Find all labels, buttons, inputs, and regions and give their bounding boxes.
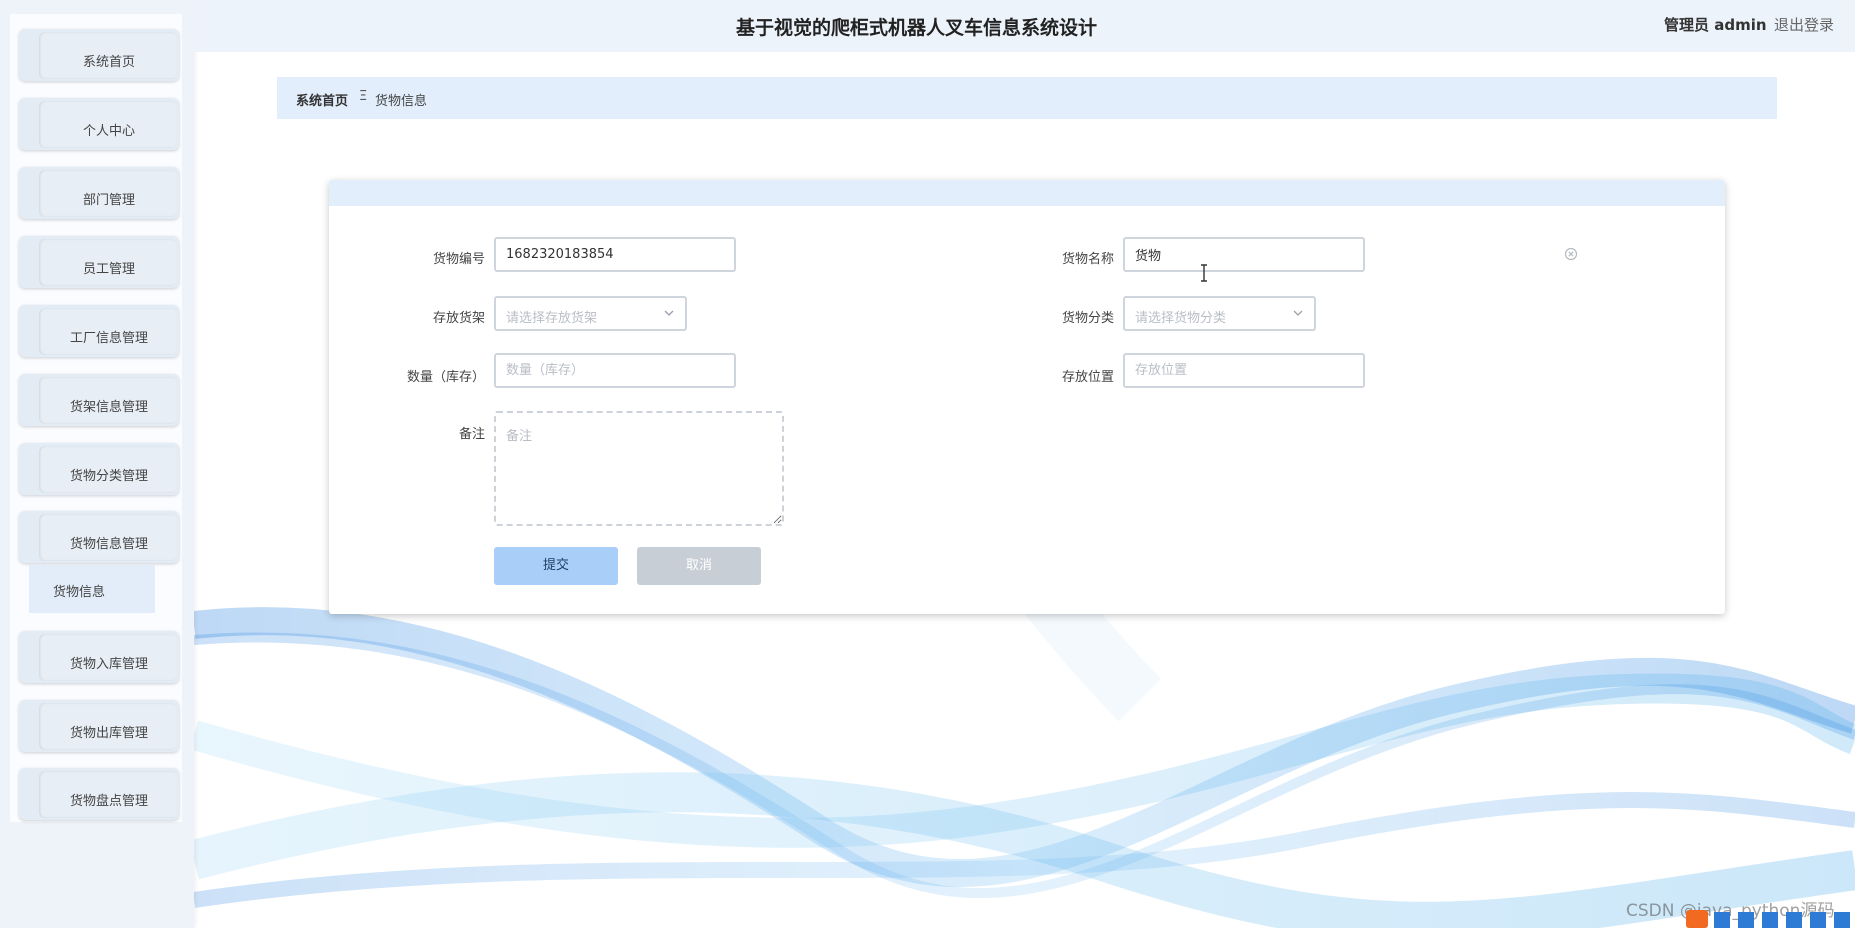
- breadcrumb-separator: Ξ: [359, 89, 368, 104]
- sidebar-item-factory-info[interactable]: 工厂信息管理: [19, 305, 179, 357]
- sidebar-item-goods-inbound[interactable]: 货物入库管理: [19, 631, 179, 683]
- category-label: 货物分类: [1061, 311, 1114, 326]
- goods-name-label: 货物名称: [1061, 252, 1114, 267]
- sidebar-item-goods-inventory[interactable]: 货物盘点管理: [19, 768, 179, 820]
- remark-label: 备注: [458, 427, 485, 442]
- sidebar-item-label: 货物入库管理: [69, 657, 148, 672]
- quantity-label: 数量（库存）: [406, 370, 485, 385]
- sidebar-item-label: 工厂信息管理: [69, 331, 148, 346]
- category-placeholder: 请选择货物分类: [1135, 311, 1227, 326]
- top-header: 基于视觉的爬柜式机器人叉车信息系统设计 管理员 admin 退出登录: [194, 0, 1855, 52]
- quantity-input[interactable]: [494, 353, 736, 388]
- goods-no-label: 货物编号: [432, 252, 485, 267]
- chevron-down-icon: [664, 310, 674, 316]
- goods-name-input[interactable]: [1123, 237, 1365, 272]
- shelf-placeholder: 请选择存放货架: [506, 311, 598, 326]
- card-header: [329, 180, 1725, 206]
- breadcrumb: 系统首页 Ξ 货物信息: [277, 77, 1777, 119]
- breadcrumb-home[interactable]: 系统首页: [296, 90, 348, 109]
- category-select[interactable]: 请选择货物分类: [1123, 296, 1316, 331]
- sidebar-item-label: 货物出库管理: [69, 726, 148, 741]
- sidebar-item-label: 货物盘点管理: [69, 794, 148, 809]
- sidebar-item-label: 部门管理: [82, 193, 135, 208]
- sidebar-item-departments[interactable]: 部门管理: [19, 167, 179, 219]
- ime-toolbar-icons: [1686, 910, 1850, 928]
- sidebar-item-label: 货物分类管理: [69, 469, 148, 484]
- goods-form-card: 货物编号 货物名称 存放货架 请选择存放货架 货物分类 请选择货物分类 数量（库…: [329, 180, 1725, 614]
- sidebar-item-label: 员工管理: [82, 262, 135, 277]
- sidebar-item-goods-info[interactable]: 货物信息管理: [19, 511, 179, 563]
- cancel-button[interactable]: 取消: [637, 547, 761, 585]
- location-input[interactable]: [1123, 353, 1365, 388]
- sidebar-item-label: 货物信息管理: [69, 537, 148, 552]
- location-label: 存放位置: [1061, 370, 1114, 385]
- submit-button[interactable]: 提交: [494, 547, 618, 585]
- remark-textarea[interactable]: [494, 411, 784, 526]
- breadcrumb-current: 货物信息: [375, 94, 428, 109]
- sidebar-item-label: 货架信息管理: [69, 400, 148, 415]
- sidebar-item-shelf-info[interactable]: 货架信息管理: [19, 374, 179, 426]
- sidebar-item-goods-outbound[interactable]: 货物出库管理: [19, 700, 179, 752]
- shelf-select[interactable]: 请选择存放货架: [494, 296, 687, 331]
- sidebar: 系统首页 个人中心 部门管理 员工管理 工厂信息管理 货架信息管理 货物分类管理…: [0, 0, 194, 928]
- current-user: 管理员 admin: [1664, 16, 1767, 34]
- sidebar-subitem-label: 货物信息: [52, 585, 105, 600]
- goods-no-input[interactable]: [494, 237, 736, 272]
- logout-link[interactable]: 退出登录: [1774, 14, 1834, 35]
- shelf-label: 存放货架: [432, 311, 485, 326]
- sidebar-item-label: 系统首页: [82, 55, 135, 70]
- text-cursor-icon: [1201, 264, 1207, 282]
- sidebar-item-employees[interactable]: 员工管理: [19, 236, 179, 288]
- sidebar-item-label: 个人中心: [82, 124, 135, 139]
- chevron-down-icon: [1293, 310, 1303, 316]
- sidebar-item-home[interactable]: 系统首页: [19, 29, 179, 81]
- sidebar-item-goods-category[interactable]: 货物分类管理: [19, 443, 179, 495]
- sidebar-item-personal-center[interactable]: 个人中心: [19, 98, 179, 150]
- app-title: 基于视觉的爬柜式机器人叉车信息系统设计: [735, 17, 1097, 39]
- clear-icon[interactable]: [1564, 247, 1578, 261]
- sidebar-subitem-goods-info[interactable]: 货物信息: [29, 565, 155, 613]
